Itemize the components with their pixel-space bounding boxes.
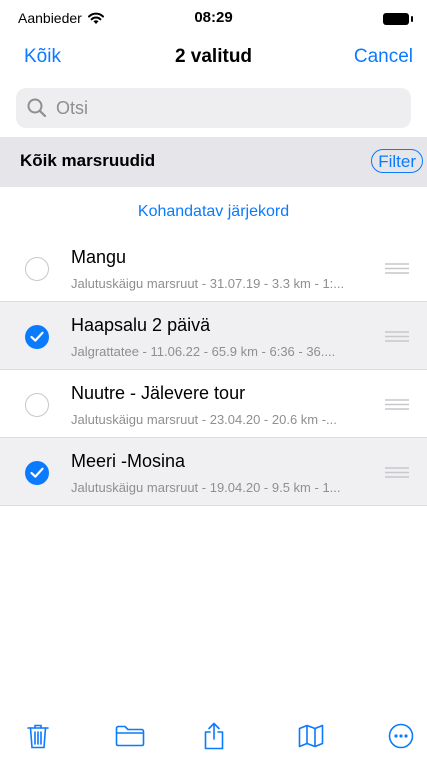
route-title: Haapsalu 2 päivä [71, 315, 211, 335]
nav-bar: Kõik 2 valitud Cancel [0, 36, 427, 80]
cancel-button[interactable]: Cancel [354, 46, 413, 68]
route-row[interactable]: Haapsalu 2 päivä Jalgrattatee - 11.06.22… [0, 302, 427, 370]
trash-icon[interactable] [23, 720, 53, 752]
drag-handle-icon[interactable] [385, 331, 409, 342]
drag-handle-icon[interactable] [385, 399, 409, 410]
route-subtitle: Jalutuskäigu marsruut - 31.07.19 - 3.3 k… [71, 276, 345, 291]
drag-handle-icon[interactable] [385, 467, 409, 478]
drag-handle-icon[interactable] [385, 263, 409, 274]
search-icon [27, 98, 47, 118]
bottom-toolbar [0, 720, 427, 760]
search-bar[interactable] [16, 88, 411, 128]
battery-icon [383, 13, 413, 25]
route-row[interactable]: Nuutre - Jälevere tour Jalutuskäigu mars… [0, 370, 427, 438]
route-title: Mangu [71, 247, 127, 267]
status-bar: Aanbieder 08:29 [0, 0, 427, 36]
route-row[interactable]: Mangu Jalutuskäigu marsruut - 31.07.19 -… [0, 234, 427, 302]
section-header: Kõik marsruudid Filter [0, 137, 427, 187]
route-subtitle: Jalgrattatee - 11.06.22 - 65.9 km - 6:36… [71, 344, 336, 359]
sort-order-button[interactable]: Kohandatav järjekord [0, 203, 427, 221]
route-subtitle: Jalutuskäigu marsruut - 23.04.20 - 20.6 … [71, 412, 337, 427]
search-input[interactable] [54, 96, 398, 120]
route-list: Mangu Jalutuskäigu marsruut - 31.07.19 -… [0, 234, 427, 506]
clock: 08:29 [194, 9, 233, 26]
route-subtitle: Jalutuskäigu marsruut - 19.04.20 - 9.5 k… [71, 480, 341, 495]
folder-icon[interactable] [115, 720, 145, 752]
checkmark-circle-icon[interactable] [25, 325, 49, 349]
more-icon[interactable] [386, 720, 416, 752]
section-title: Kõik marsruudid [20, 151, 156, 170]
map-icon[interactable] [296, 720, 326, 752]
share-icon[interactable] [199, 720, 229, 752]
selection-circle-icon[interactable] [25, 393, 49, 417]
route-row[interactable]: Meeri -Mosina Jalutuskäigu marsruut - 19… [0, 438, 427, 506]
checkmark-circle-icon[interactable] [25, 461, 49, 485]
filter-button[interactable]: Filter [371, 149, 423, 173]
route-title: Nuutre - Jälevere tour [71, 383, 246, 403]
selection-circle-icon[interactable] [25, 257, 49, 281]
route-title: Meeri -Mosina [71, 451, 186, 471]
